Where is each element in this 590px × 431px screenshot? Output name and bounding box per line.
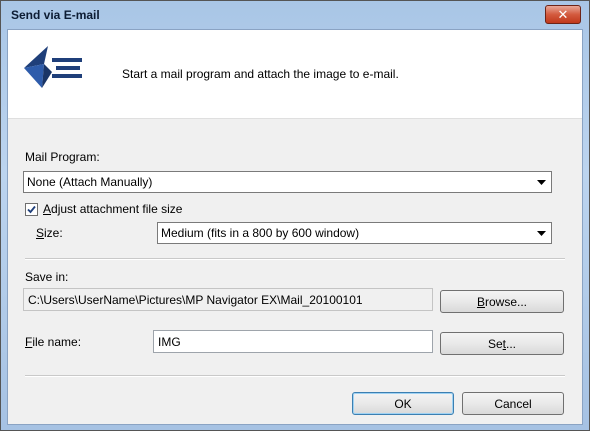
size-value: Medium (fits in a 800 by 600 window) xyxy=(161,226,360,240)
save-in-label: Save in: xyxy=(25,270,69,284)
size-label: Size: xyxy=(36,226,63,240)
header-band: Start a mail program and attach the imag… xyxy=(8,30,582,119)
mail-program-dropdown[interactable]: None (Attach Manually) xyxy=(23,171,552,193)
dialog-client-area: Start a mail program and attach the imag… xyxy=(7,29,583,425)
header-description: Start a mail program and attach the imag… xyxy=(122,67,399,81)
chevron-down-icon xyxy=(534,225,549,241)
mail-program-value: None (Attach Manually) xyxy=(27,175,153,189)
close-icon: ✕ xyxy=(557,7,569,22)
adjust-size-label[interactable]: Adjust attachment file size xyxy=(43,202,182,216)
save-in-path-field: C:\Users\UserName\Pictures\MP Navigator … xyxy=(23,288,433,311)
mail-program-label: Mail Program: xyxy=(25,150,100,164)
title-bar[interactable]: Send via E-mail ✕ xyxy=(1,1,589,31)
browse-button[interactable]: Browse... xyxy=(440,290,564,313)
window-title: Send via E-mail xyxy=(11,8,100,22)
close-button[interactable]: ✕ xyxy=(545,5,581,24)
mail-send-icon xyxy=(24,46,82,88)
send-via-email-dialog: Send via E-mail ✕ Start a mail program a… xyxy=(0,0,590,431)
separator xyxy=(25,375,565,377)
set-button[interactable]: Set... xyxy=(440,332,564,355)
cancel-button[interactable]: Cancel xyxy=(462,392,564,415)
chevron-down-icon xyxy=(534,174,549,190)
ok-button[interactable]: OK xyxy=(352,392,454,415)
file-name-label: File name: xyxy=(25,335,82,349)
file-name-input[interactable]: IMG xyxy=(153,330,433,353)
checkmark-icon xyxy=(27,205,36,214)
adjust-size-checkbox[interactable] xyxy=(25,203,38,216)
size-dropdown[interactable]: Medium (fits in a 800 by 600 window) xyxy=(157,222,552,244)
separator xyxy=(25,258,565,260)
